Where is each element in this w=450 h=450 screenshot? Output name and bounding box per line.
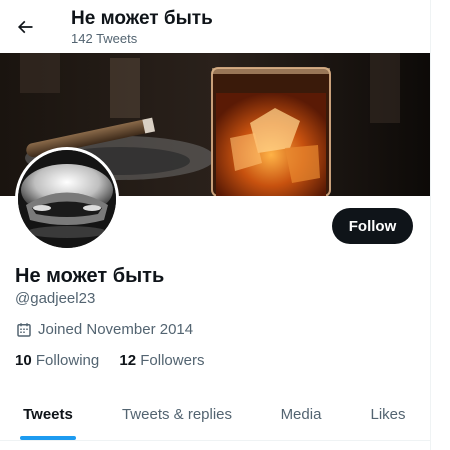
active-tab-indicator xyxy=(20,436,76,440)
followers-count: 12 xyxy=(119,352,137,369)
followers-link[interactable]: 12 Followers xyxy=(119,351,204,371)
profile-display-name: Не может быть xyxy=(15,265,165,287)
profile-handle: @gadjeel23 xyxy=(15,290,96,307)
follow-button[interactable]: Follow xyxy=(332,208,413,244)
following-label: Following xyxy=(35,352,100,369)
profile-page: Не может быть 142 Tweets Follow Не может… xyxy=(0,0,431,450)
follow-stats: 10 Following 12 Followers xyxy=(15,351,220,371)
calendar-icon xyxy=(15,321,33,339)
tab-media[interactable]: Media xyxy=(264,388,338,440)
avatar-image xyxy=(18,150,116,248)
profile-header-bar: Не может быть 142 Tweets xyxy=(0,0,430,53)
arrow-left-icon xyxy=(17,20,33,34)
tab-tweets-label: Tweets xyxy=(23,405,73,423)
tab-tweets-replies-label: Tweets & replies xyxy=(121,405,233,423)
tweet-count: 142 Tweets xyxy=(71,31,138,46)
tab-tweets-replies[interactable]: Tweets & replies xyxy=(104,388,250,440)
tab-tweets[interactable]: Tweets xyxy=(0,388,96,440)
followers-label: Followers xyxy=(140,352,205,369)
tab-likes[interactable]: Likes xyxy=(352,388,424,440)
header-title: Не может быть xyxy=(71,8,213,29)
joined-text: Joined November 2014 xyxy=(38,321,194,338)
joined-date: Joined November 2014 xyxy=(15,320,193,340)
following-link[interactable]: 10 Following xyxy=(15,351,99,371)
following-count: 10 xyxy=(15,352,32,369)
tab-media-label: Media xyxy=(280,405,322,423)
profile-avatar[interactable] xyxy=(15,147,119,251)
back-button[interactable] xyxy=(9,11,41,43)
profile-tabs: Tweets Tweets & replies Media Likes xyxy=(0,388,430,441)
tab-likes-label: Likes xyxy=(370,405,406,423)
